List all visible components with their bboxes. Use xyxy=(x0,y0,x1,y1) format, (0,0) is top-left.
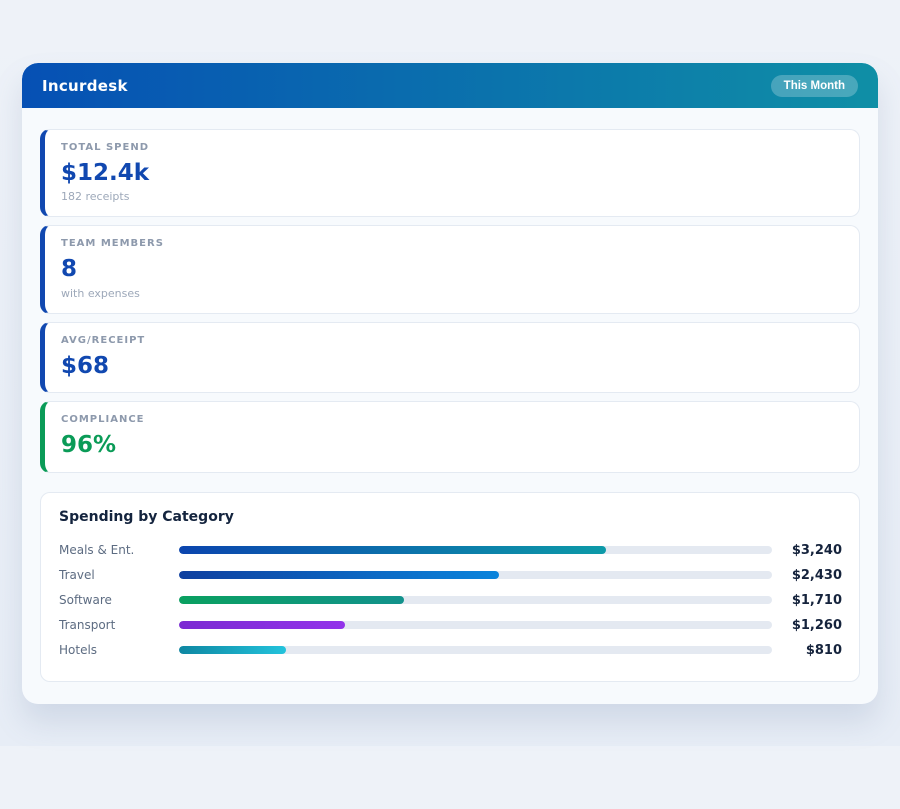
category-value: $3,240 xyxy=(780,543,842,558)
stat-value: $68 xyxy=(61,353,843,379)
dashboard-panel: Incurdesk This Month TOTAL SPEND $12.4k … xyxy=(22,63,878,704)
stat-card-team-members: TEAM MEMBERS 8 with expenses xyxy=(40,225,860,313)
bar-fill xyxy=(179,596,404,604)
stat-subtext: with expenses xyxy=(61,287,843,300)
chart-row-meals: Meals & Ent. $3,240 xyxy=(59,538,842,563)
bar-fill xyxy=(179,546,606,554)
category-value: $810 xyxy=(780,643,842,658)
stat-value: 96% xyxy=(61,432,843,458)
chart-row-hotels: Hotels $810 xyxy=(59,638,842,663)
bar-fill xyxy=(179,621,345,629)
chart-row-travel: Travel $2,430 xyxy=(59,563,842,588)
period-badge[interactable]: This Month xyxy=(771,75,858,97)
stat-value: 8 xyxy=(61,256,843,282)
bar-fill xyxy=(179,646,286,654)
bar-track xyxy=(179,596,772,604)
spending-by-category-chart: Spending by Category Meals & Ent. $3,240… xyxy=(40,492,860,682)
category-label: Software xyxy=(59,593,171,607)
category-value: $2,430 xyxy=(780,568,842,583)
app-title: Incurdesk xyxy=(42,77,128,95)
dashboard-content: TOTAL SPEND $12.4k 182 receipts TEAM MEM… xyxy=(22,108,878,704)
category-label: Hotels xyxy=(59,643,171,657)
stat-label: COMPLIANCE xyxy=(61,414,843,425)
stat-label: TEAM MEMBERS xyxy=(61,238,843,249)
app-header: Incurdesk This Month xyxy=(22,63,878,108)
category-label: Transport xyxy=(59,618,171,632)
bar-track xyxy=(179,571,772,579)
category-label: Travel xyxy=(59,568,171,582)
stat-card-total-spend: TOTAL SPEND $12.4k 182 receipts xyxy=(40,129,860,217)
category-value: $1,260 xyxy=(780,618,842,633)
category-value: $1,710 xyxy=(780,593,842,608)
chart-title: Spending by Category xyxy=(59,509,842,525)
stat-card-compliance: COMPLIANCE 96% xyxy=(40,401,860,472)
stat-value: $12.4k xyxy=(61,160,843,186)
stat-label: AVG/RECEIPT xyxy=(61,335,843,346)
bar-fill xyxy=(179,571,499,579)
chart-row-transport: Transport $1,260 xyxy=(59,613,842,638)
stat-label: TOTAL SPEND xyxy=(61,142,843,153)
chart-row-software: Software $1,710 xyxy=(59,588,842,613)
bar-track xyxy=(179,621,772,629)
stat-card-avg-receipt: AVG/RECEIPT $68 xyxy=(40,322,860,393)
bar-track xyxy=(179,546,772,554)
bar-track xyxy=(179,646,772,654)
stat-subtext: 182 receipts xyxy=(61,190,843,203)
category-label: Meals & Ent. xyxy=(59,543,171,557)
